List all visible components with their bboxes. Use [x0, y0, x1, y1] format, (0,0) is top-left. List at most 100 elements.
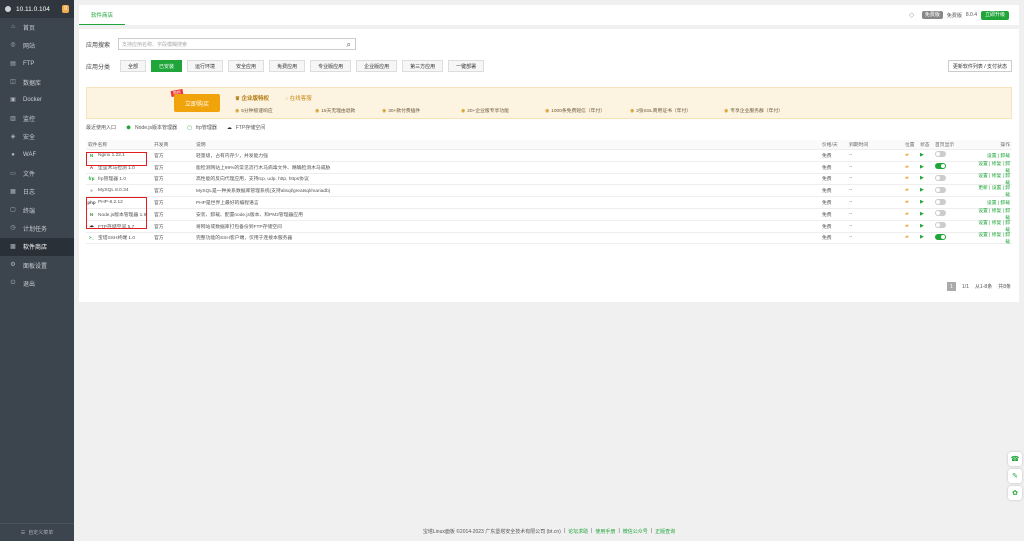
notification-badge[interactable]: 0 [62, 5, 69, 13]
custom-menu-button[interactable]: ☰ 自定义菜单 [0, 523, 74, 541]
footer-link-wechat[interactable]: 微信公众号 [623, 528, 648, 535]
footer-link-verify[interactable]: 正版查询 [655, 528, 675, 535]
search-input[interactable]: 支持应用名称、字段模糊搜索 ⌕ [118, 38, 356, 50]
home-display-toggle[interactable] [935, 151, 946, 158]
home-display-toggle[interactable] [935, 163, 946, 170]
category-button-4[interactable]: 免费应用 [269, 60, 306, 72]
sidebar-item-log[interactable]: ▦ 日志 [0, 183, 74, 201]
category-button-6[interactable]: 企业版应用 [356, 60, 398, 72]
recent-item[interactable]: ▢ frp管理器 [186, 124, 217, 132]
sidebar-item-terminal[interactable]: ▢ 终端 [0, 201, 74, 219]
sidebar-item-docker[interactable]: ▣ Docker [0, 91, 74, 109]
cell-desc: 安装、卸载、配置node.js版本、和PM2管理器应用 [196, 212, 303, 218]
banner-feature: ◉ 2张SSL商用证书（年付） [630, 107, 691, 114]
floating-buttons: ☎ ✎ ✿ [1008, 452, 1022, 500]
category-button-5[interactable]: 专业版应用 [310, 60, 352, 72]
header-price: 价格/天 [822, 143, 838, 148]
home-display-toggle[interactable] [935, 174, 946, 181]
sidebar-item-shield[interactable]: ◈ 安全 [0, 128, 74, 146]
folder-icon[interactable]: ▰ [905, 165, 920, 170]
cell-price: 免费 [822, 236, 832, 242]
category-button-2[interactable]: 运行环境 [187, 60, 224, 72]
sidebar-item-clock[interactable]: ◷ 计划任务 [0, 219, 74, 237]
folder-icon[interactable]: ▰ [905, 176, 920, 181]
recent-item[interactable]: ⬢ Node.js版本管理器 [125, 124, 177, 132]
cell-price: 免费 [822, 189, 832, 195]
online-service-link[interactable]: ◌ 在线客服 [285, 94, 312, 102]
folder-icon[interactable]: ▰ [905, 200, 920, 205]
table-row: N Node.js版本管理器 1.9 官方 安装、卸载、配置node.js版本、和PM… [86, 209, 1012, 221]
logout-icon: ⏻ [10, 280, 16, 287]
header-ops: 操作 [1000, 143, 1010, 148]
category-button-7[interactable]: 第三方应用 [402, 60, 444, 72]
feature-icon: ◉ [461, 109, 466, 114]
highlight-box-nginx [86, 152, 147, 166]
play-icon[interactable]: ▶ [920, 235, 935, 240]
software-name-cell[interactable]: frp frp管理器 1.0 [86, 175, 154, 182]
upgrade-button[interactable]: 立即升级 [980, 10, 1009, 20]
footer-link-manual[interactable]: 使用手册 [595, 528, 615, 535]
row-actions[interactable]: 更新 | 设置 | 卸载 [975, 184, 1012, 198]
home-display-cell [935, 186, 975, 195]
recent-label: 最近使用入口 [86, 125, 117, 131]
search-icon[interactable]: ⌕ [347, 40, 351, 49]
recent-item[interactable]: ☁ FTP存储空间 [226, 124, 265, 132]
play-icon[interactable]: ▶ [920, 224, 935, 229]
home-display-toggle[interactable] [935, 198, 946, 205]
log-icon: ▦ [10, 188, 16, 195]
page-count: 1/1 [962, 283, 969, 290]
page-footer: 宝塔Linux面板 ©2014-2023 广东堡塔安全技术有限公司 (bt.cn… [422, 528, 676, 535]
feedback-icon[interactable]: ✎ [1008, 469, 1022, 483]
home-display-cell [935, 198, 975, 207]
store-panel: 应用搜索 支持应用名称、字段模糊搜索 ⌕ 应用分类 全部 已安装 运行环境 安全应用免… [79, 29, 1019, 302]
customer-service-icon[interactable]: ☎ [1008, 452, 1022, 466]
sidebar-item-home[interactable]: ⌂ 首页 [0, 18, 74, 36]
folder-icon[interactable]: ▰ [905, 212, 920, 217]
play-icon[interactable]: ▶ [920, 176, 935, 181]
folder-icon[interactable]: ▰ [905, 235, 920, 240]
sidebar-item-gear[interactable]: ⚙ 面板设置 [0, 256, 74, 274]
gift-icon[interactable]: ✿ [1008, 486, 1022, 500]
footer-link-forum[interactable]: 论坛求助 [568, 528, 588, 535]
folder-icon[interactable]: ▰ [905, 188, 920, 193]
refresh-list-button[interactable]: 更新软件列表 / 支付状态 [947, 60, 1012, 72]
sidebar-item-label: 软件商店 [23, 245, 48, 252]
row-actions[interactable]: 设置 | 卸载 [975, 199, 1012, 206]
sidebar-item-globe[interactable]: ◎ 网站 [0, 36, 74, 54]
category-button-8[interactable]: 一键部署 [448, 60, 485, 72]
folder-icon[interactable]: ▰ [905, 224, 920, 229]
sidebar-item-grid[interactable]: ▩ 软件商店 [0, 237, 74, 256]
play-icon[interactable]: ▶ [920, 200, 935, 205]
home-display-toggle[interactable] [935, 222, 946, 229]
row-actions[interactable]: 设置 | 修复 | 卸载 [975, 231, 1012, 245]
software-name-cell[interactable]: >_ 宝塔SSH终端 1.0 [86, 234, 154, 241]
sidebar-item-ftp[interactable]: ▤ FTP [0, 55, 74, 73]
sidebar-item-monitor[interactable]: ▥ 监控 [0, 109, 74, 127]
home-display-toggle[interactable] [935, 210, 946, 217]
software-name-cell[interactable]: ≈ MySQL 8.0.34 [86, 187, 154, 194]
buy-now-button[interactable]: 立即购买 [174, 94, 220, 112]
play-icon[interactable]: ▶ [920, 165, 935, 170]
banner-feature: ◉ 15天无理由退款 [315, 107, 355, 114]
sidebar-item-folder[interactable]: ▭ 文件 [0, 164, 74, 182]
play-icon[interactable]: ▶ [920, 153, 935, 158]
sidebar-item-database[interactable]: ◫ 数据库 [0, 73, 74, 91]
page-current[interactable]: 1 [947, 282, 957, 291]
category-button-3[interactable]: 安全应用 [228, 60, 265, 72]
folder-icon[interactable]: ▰ [905, 153, 920, 158]
home-display-toggle[interactable] [935, 233, 946, 240]
main-area: 软件商店 ◇ 免费版 免费版 8.0.4 立即升级 应用搜索 支持应用名称、字段… [74, 0, 1024, 541]
category-button-1[interactable]: 已安装 [151, 60, 183, 72]
sidebar-item-waf[interactable]: ● WAF [0, 146, 74, 164]
feature-icon: ◉ [382, 109, 387, 114]
row-actions[interactable]: 设置 | 卸载 [975, 152, 1012, 159]
play-icon[interactable]: ▶ [920, 212, 935, 217]
recent-entries: 最近使用入口 ⬢ Node.js版本管理器 ▢ frp管理器 ☁ FTP存储空间 [86, 124, 265, 132]
category-button-0[interactable]: 全部 [120, 60, 147, 72]
sidebar-item-logout[interactable]: ⏻ 退出 [0, 274, 74, 292]
tab-software-store[interactable]: 软件商店 [79, 5, 126, 25]
monitor-icon: ▥ [10, 115, 16, 122]
feature-label: 5分钟极速响应 [241, 109, 273, 114]
home-display-toggle[interactable] [935, 186, 946, 193]
play-icon[interactable]: ▶ [920, 188, 935, 193]
